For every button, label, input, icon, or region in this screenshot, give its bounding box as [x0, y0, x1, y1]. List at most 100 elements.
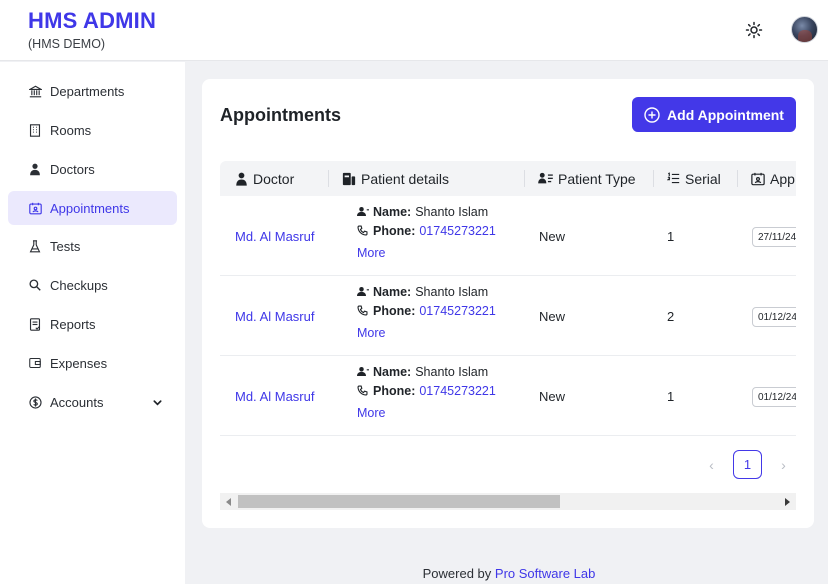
phone-icon — [357, 225, 369, 236]
doctor-link[interactable]: Md. Al Masruf — [235, 229, 314, 244]
sidebar-item-label: Expenses — [50, 355, 108, 371]
phone-link[interactable]: 01745273221 — [419, 304, 495, 318]
scroll-left-icon[interactable] — [224, 496, 234, 507]
patient-type: New — [539, 229, 566, 244]
sidebar-item-label: Reports — [50, 316, 96, 332]
patient-name: Shanto Islam — [415, 204, 489, 219]
bank-icon — [28, 84, 42, 98]
report-icon — [28, 317, 42, 331]
sidebar-item-label: Checkups — [50, 277, 108, 293]
doctor-link[interactable]: Md. Al Masruf — [235, 389, 314, 404]
user-icon — [357, 286, 369, 297]
doctor-icon — [235, 172, 248, 186]
sidebar-item-accounts[interactable]: Accounts — [8, 385, 177, 419]
scrollbar-thumb[interactable] — [238, 495, 560, 508]
add-appointment-button[interactable]: Add Appointment — [632, 97, 796, 132]
user-icon — [357, 206, 369, 217]
app-subtitle: (HMS DEMO) — [28, 37, 106, 51]
phone-icon — [357, 385, 369, 396]
phone-link[interactable]: 01745273221 — [419, 224, 495, 238]
column-header-doctor[interactable]: Doctor — [235, 161, 294, 196]
wallet-icon — [28, 356, 42, 370]
patient-name: Shanto Islam — [415, 284, 489, 299]
more-link[interactable]: More — [357, 246, 496, 260]
patient-type: New — [539, 309, 566, 324]
sidebar-item-departments[interactable]: Departments — [8, 74, 177, 108]
column-divider — [737, 170, 738, 187]
page-title: Appointments — [220, 105, 341, 125]
sidebar-item-label: Accounts — [50, 394, 104, 410]
appointment-date-input[interactable]: 01/12/24 — [752, 387, 796, 407]
scroll-right-icon[interactable] — [782, 496, 792, 507]
column-divider — [328, 170, 329, 187]
table-row: Md. Al Masruf Name: Shanto Islam Phone: 01… — [220, 356, 796, 436]
footer-link[interactable]: Pro Software Lab — [495, 566, 595, 581]
sidebar-item-label: Rooms — [50, 122, 92, 138]
person-list-icon — [538, 172, 553, 185]
appointments-card: Appointments Add Appointment Doctor Pati… — [202, 79, 814, 528]
serial-number: 2 — [667, 309, 675, 324]
column-divider — [524, 170, 525, 187]
serial-number: 1 — [667, 229, 675, 244]
sidebar-item-label: Tests — [50, 238, 81, 254]
patient-type: New — [539, 389, 566, 404]
app-title: HMS ADMIN — [28, 8, 157, 33]
patient-details: Name: Shanto Islam Phone: 01745273221 More — [357, 364, 496, 420]
table-row: Md. Al Masruf Name: Shanto Islam Phone: 01… — [220, 276, 796, 356]
serial-number: 1 — [667, 389, 675, 404]
patient-id-icon — [342, 172, 356, 186]
sidebar-item-doctors[interactable]: Doctors — [8, 152, 177, 186]
footer-prefix: Powered by — [422, 566, 492, 581]
column-header-patient-type[interactable]: Patient Type — [538, 161, 636, 196]
column-divider — [653, 170, 654, 187]
sun-icon — [745, 21, 763, 39]
appointment-date-input[interactable]: 27/11/24 — [752, 227, 796, 247]
more-link[interactable]: More — [357, 406, 496, 420]
patient-name: Shanto Islam — [415, 364, 489, 379]
appointment-date-input[interactable]: 01/12/24 — [752, 307, 796, 327]
column-header-serial[interactable]: Serial — [667, 161, 721, 196]
numbered-list-icon — [667, 172, 680, 185]
user-icon — [357, 366, 369, 377]
chevron-down-icon — [152, 396, 163, 411]
sidebar-item-tests[interactable]: Tests — [8, 229, 177, 263]
sidebar-item-expenses[interactable]: Expenses — [8, 346, 177, 380]
sidebar-item-label: Doctors — [50, 161, 95, 177]
sidebar-item-checkups[interactable]: Checkups — [8, 268, 177, 302]
pagination: ‹ 1 › — [697, 450, 798, 479]
search-icon — [28, 278, 42, 292]
top-header: HMS ADMIN (HMS DEMO) — [0, 0, 828, 61]
table-row: Md. Al Masruf Name: Shanto Islam Phone: 01… — [220, 196, 796, 276]
building-icon — [28, 123, 42, 137]
more-link[interactable]: More — [357, 326, 496, 340]
phone-link[interactable]: 01745273221 — [419, 384, 495, 398]
theme-toggle-button[interactable] — [742, 18, 766, 42]
dollar-circle-icon — [28, 395, 42, 409]
sidebar-item-label: Departments — [50, 83, 125, 99]
horizontal-scrollbar[interactable] — [220, 493, 796, 510]
sidebar: Departments Rooms Doctors Appointments T… — [0, 62, 185, 584]
sidebar-item-label: Appointments — [50, 200, 130, 216]
doctor-link[interactable]: Md. Al Masruf — [235, 309, 314, 324]
next-page-button[interactable]: › — [769, 450, 798, 479]
sidebar-item-rooms[interactable]: Rooms — [8, 113, 177, 147]
calendar-person-icon — [751, 172, 765, 186]
patient-details: Name: Shanto Islam Phone: 01745273221 More — [357, 284, 496, 340]
sidebar-item-appointments[interactable]: Appointments — [8, 191, 177, 225]
column-header-patient-details[interactable]: Patient details — [342, 161, 449, 196]
prev-page-button[interactable]: ‹ — [697, 450, 726, 479]
table-header: Doctor Patient details Patient Type Seri… — [220, 161, 796, 196]
column-header-appointment-date[interactable]: App — [751, 161, 795, 196]
sidebar-item-reports[interactable]: Reports — [8, 307, 177, 341]
doctor-icon — [28, 162, 42, 176]
phone-icon — [357, 305, 369, 316]
add-appointment-label: Add Appointment — [667, 106, 784, 123]
patient-details: Name: Shanto Islam Phone: 01745273221 More — [357, 204, 496, 260]
appointments-table: Doctor Patient details Patient Type Seri… — [220, 161, 796, 437]
footer: Powered by Pro Software Lab — [0, 566, 828, 581]
flask-icon — [28, 239, 42, 253]
brand: HMS ADMIN (HMS DEMO) — [28, 8, 156, 51]
calendar-person-icon — [28, 201, 42, 215]
page-number-button[interactable]: 1 — [733, 450, 762, 479]
user-avatar[interactable] — [791, 16, 818, 43]
